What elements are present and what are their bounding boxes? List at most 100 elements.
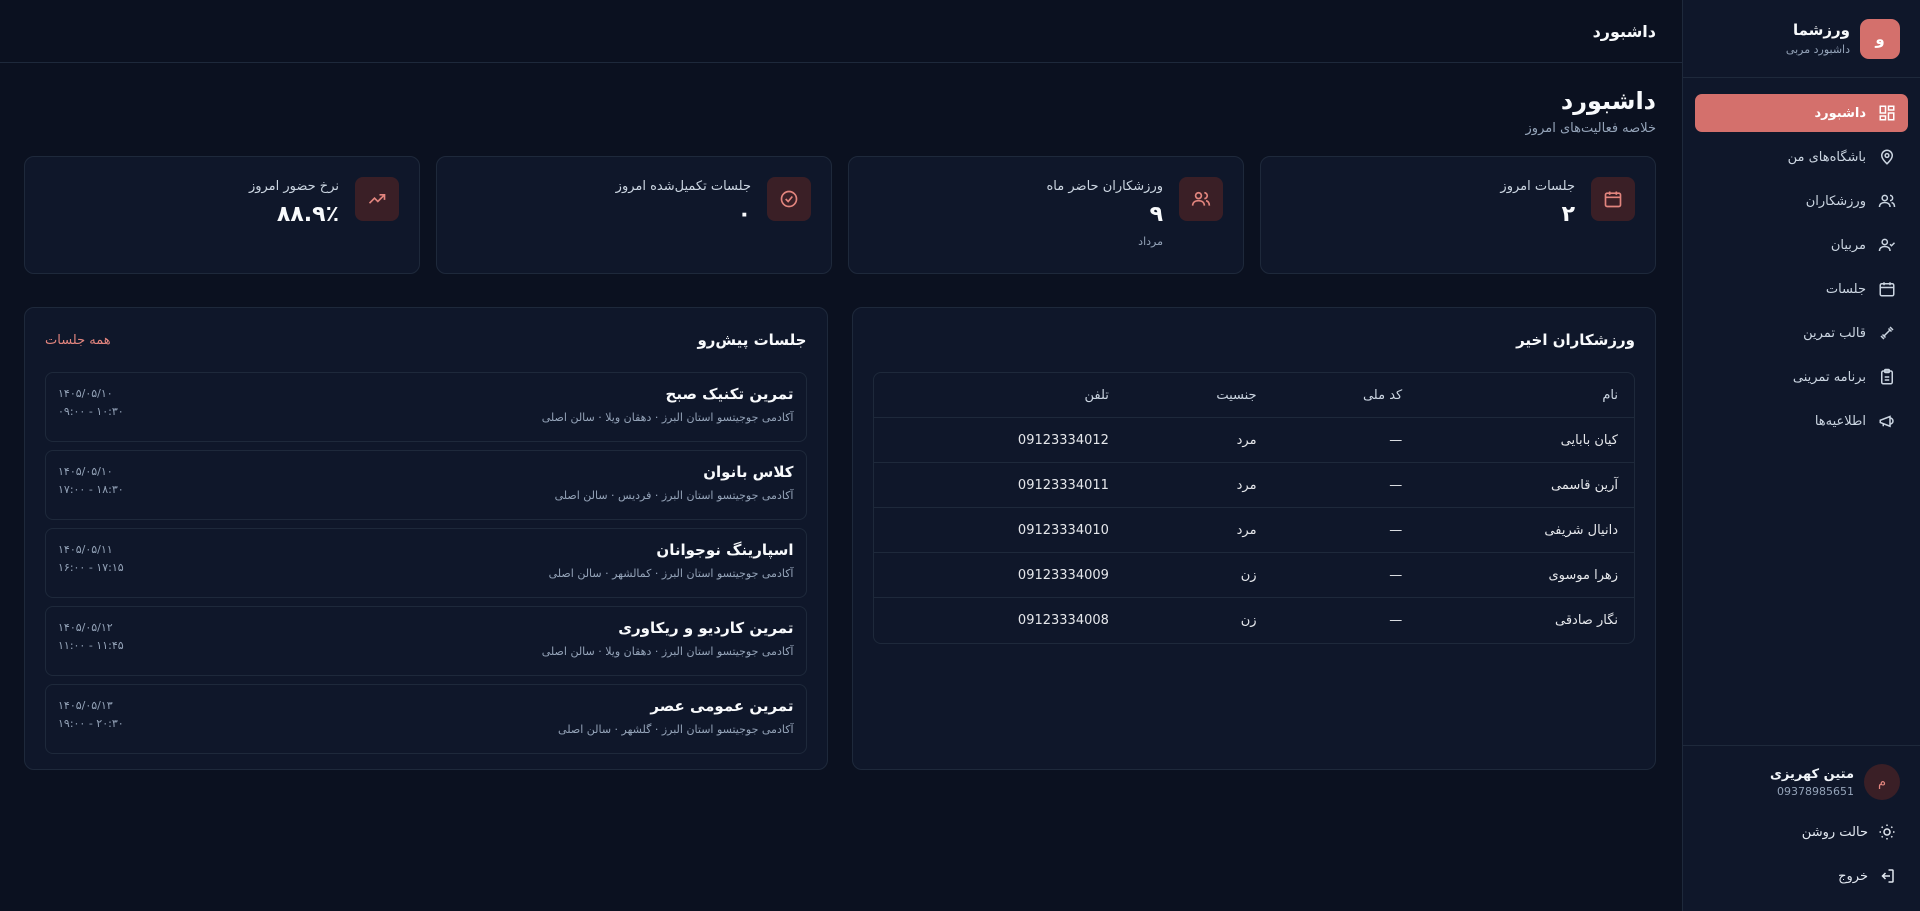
session-location: آکادمی جوجیتسو استان البرز · دهقان ویلا … — [541, 411, 794, 424]
stat-card-monthly-athletes: ورزشکاران حاضر ماه ۹ مرداد — [848, 156, 1244, 274]
theme-toggle-button[interactable]: حالت روشن — [1703, 820, 1900, 844]
topbar: داشبورد — [0, 0, 1682, 63]
brand-logo: و — [1860, 18, 1900, 59]
avatar: م — [1864, 764, 1900, 800]
users-icon — [1191, 191, 1211, 206]
session-time: ۱۶:۰۰ - ۱۷:۱۵ — [58, 561, 124, 574]
column-header: جنسیت — [1124, 373, 1273, 418]
cell-gender: زن — [1124, 553, 1273, 598]
list-item[interactable]: کلاس بانوان آکادمی جوجیتسو استان البرز ·… — [45, 450, 807, 520]
stat-icon-box — [355, 177, 399, 221]
sidebar-item-sessions[interactable]: جلسات — [1695, 270, 1908, 308]
table-row[interactable]: آرین قاسمی — مرد 09123334011 — [873, 463, 1634, 508]
user-name: متین کهریزی — [1770, 766, 1854, 782]
sidebar-footer: م متین کهریزی 09378985651 حالت روشن خروج — [1683, 745, 1920, 911]
cell-name: نگار صادقی — [1554, 613, 1618, 628]
sidebar-item-label: ورزشکاران — [1805, 193, 1866, 209]
cell-name: کیان بابایی — [1418, 418, 1634, 463]
brand: و ورزشما داشبورد مربی — [1683, 0, 1920, 78]
theme-toggle-label: حالت روشن — [1801, 824, 1868, 840]
session-date: ۱۴۰۵/۰۵/۱۰ — [58, 387, 113, 400]
cell-phone: 09123334011 — [873, 463, 1125, 508]
column-header: تلفن — [873, 373, 1125, 418]
list-item[interactable]: تمرین عمومی عصر آکادمی جوجیتسو استان الب… — [45, 684, 807, 754]
session-title: تمرین تکنیک صبح — [665, 385, 794, 403]
clipboard-icon — [1881, 368, 1893, 385]
session-time: ۱۷:۰۰ - ۱۸:۳۰ — [58, 483, 124, 496]
session-title: تمرین کاردیو و ریکاوری — [618, 619, 794, 637]
sidebar-item-label: داشبورد — [1814, 105, 1866, 121]
session-time: ۱۹:۰۰ - ۲۰:۳۰ — [58, 717, 124, 730]
stat-icon-box — [1179, 177, 1223, 221]
athletes-table: نام کد ملی جنسیت تلفن کیان بابایی — مرد … — [872, 372, 1635, 644]
panel-title: ورزشکاران اخیر — [1516, 331, 1635, 349]
topbar-title: داشبورد — [1592, 21, 1656, 41]
session-time: ۰۹:۰۰ - ۱۰:۳۰ — [58, 405, 124, 418]
stat-label: جلسات تکمیل‌شده امروز — [615, 179, 751, 194]
cell-gender: مرد — [1124, 463, 1273, 508]
main-content: داشبورد خلاصه فعالیت‌های امروز جلسات امر… — [0, 63, 1682, 770]
session-location: آکادمی جوجیتسو استان البرز · دهقان ویلا … — [541, 645, 794, 658]
list-item[interactable]: تمرین کاردیو و ریکاوری آکادمی جوجیتسو اس… — [45, 606, 807, 676]
recent-athletes-panel: ورزشکاران اخیر نام کد ملی جنسیت تلفن کیا… — [851, 307, 1656, 770]
sidebar-item-label: اطلاعیه‌ها — [1814, 413, 1866, 429]
sidebar-item-announcements[interactable]: اطلاعیه‌ها — [1695, 402, 1908, 440]
table-row[interactable]: زهرا موسوی — زن 09123334009 — [873, 553, 1634, 598]
cell-national-id: — — [1272, 463, 1419, 508]
cell-name: آرین قاسمی — [1418, 463, 1634, 508]
cell-name: دانیال شریفی — [1418, 508, 1634, 553]
stat-icon-box — [1591, 177, 1635, 221]
sidebar-item-label: مربیان — [1830, 237, 1866, 253]
cell-phone: 09123334012 — [873, 418, 1125, 463]
table-row[interactable]: دانیال شریفی — مرد 09123334010 — [873, 508, 1634, 553]
cell-phone: 09123334009 — [873, 553, 1125, 598]
sidebar-item-label: باشگاه‌های من — [1787, 149, 1866, 165]
sidebar: و ورزشما داشبورد مربی داشبورد باشگاه‌های… — [1682, 0, 1920, 911]
cell-gender: زن — [1240, 613, 1257, 628]
trending-up-icon — [368, 194, 386, 204]
stat-value: ۸۸.۹٪ — [276, 202, 339, 227]
stat-value: ۰ — [737, 202, 751, 227]
sidebar-item-label: قالب تمرین — [1803, 325, 1866, 341]
users-icon — [1878, 194, 1896, 208]
session-date: ۱۴۰۵/۰۵/۱۳ — [58, 699, 113, 712]
sidebar-item-workout-template[interactable]: قالب تمرین — [1695, 314, 1908, 352]
sidebar-nav: داشبورد باشگاه‌های من ورزشکاران مربیان ج… — [1683, 78, 1920, 440]
session-title: کلاس بانوان — [703, 463, 794, 481]
stat-label: ورزشکاران حاضر ماه — [1046, 179, 1163, 194]
calendar-icon — [1879, 282, 1895, 297]
cell-national-id: — — [1272, 508, 1419, 553]
sidebar-item-my-clubs[interactable]: باشگاه‌های من — [1695, 138, 1908, 176]
sidebar-item-coaches[interactable]: مربیان — [1695, 226, 1908, 264]
user-card[interactable]: م متین کهریزی 09378985651 — [1703, 764, 1900, 800]
session-date: ۱۴۰۵/۰۵/۱۱ — [58, 543, 113, 556]
cell-national-id: — — [1272, 553, 1419, 598]
stat-value: ۹ — [1149, 202, 1163, 227]
sidebar-item-dashboard[interactable]: داشبورد — [1695, 94, 1908, 132]
megaphone-icon — [1879, 415, 1894, 428]
logout-icon — [1881, 869, 1894, 883]
table-header-row: نام کد ملی جنسیت تلفن — [873, 373, 1634, 418]
page-subtitle: خلاصه فعالیت‌های امروز — [1525, 121, 1656, 136]
brand-name: ورزشما — [1792, 21, 1850, 39]
user-check-icon — [1878, 238, 1896, 252]
cell-name: زهرا موسوی — [1418, 553, 1634, 598]
list-item[interactable]: تمرین تکنیک صبح آکادمی جوجیتسو استان الب… — [45, 372, 807, 442]
stat-icon-box — [767, 177, 811, 221]
table-row[interactable]: نگار صادقی — زن 09123334008 — [874, 598, 1635, 643]
table-row[interactable]: کیان بابایی — مرد 09123334012 — [873, 418, 1634, 463]
page-title: داشبورد — [1560, 87, 1656, 115]
stat-note: مرداد — [1138, 235, 1163, 248]
stat-card-completed-sessions: جلسات تکمیل‌شده امروز ۰ — [436, 156, 832, 274]
logout-button[interactable]: خروج — [1703, 864, 1900, 888]
all-sessions-link[interactable]: همه جلسات — [45, 333, 111, 348]
panel-title: جلسات پیش‌رو — [697, 331, 807, 349]
sidebar-item-athletes[interactable]: ورزشکاران — [1695, 182, 1908, 220]
stat-card-today-sessions: جلسات امروز ۲ — [1260, 156, 1656, 274]
session-location: آکادمی جوجیتسو استان البرز · گلشهر · سال… — [558, 723, 794, 736]
stat-card-attendance-rate: نرخ حضور امروز ۸۸.۹٪ — [24, 156, 420, 274]
list-item[interactable]: اسپارینگ نوجوانان آکادمی جوجیتسو استان ا… — [45, 528, 807, 598]
column-header: کد ملی — [1272, 373, 1419, 418]
session-title: اسپارینگ نوجوانان — [656, 541, 794, 559]
sidebar-item-training-program[interactable]: برنامه تمرینی — [1695, 358, 1908, 396]
